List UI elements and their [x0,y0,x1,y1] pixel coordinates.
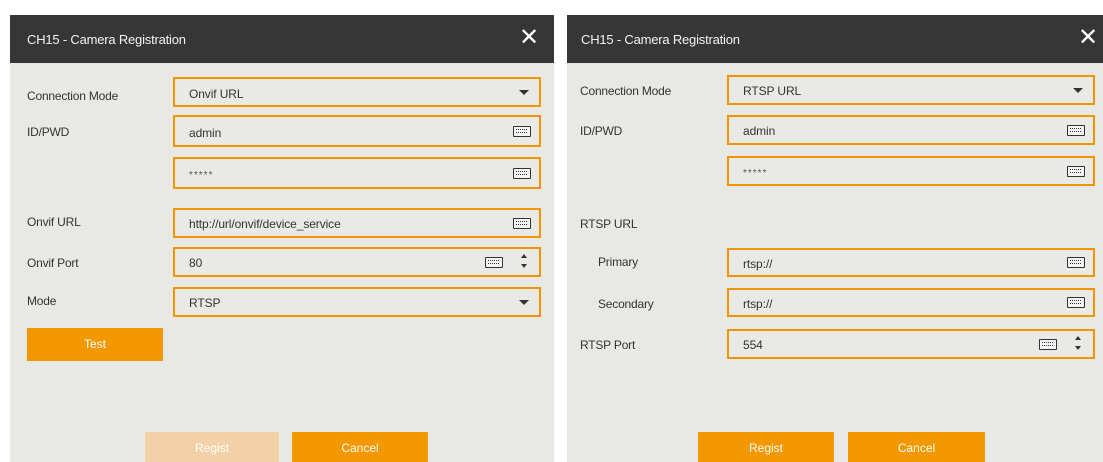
camera-registration-dialog-onvif: CH15 - Camera Registration ✕ Connection … [10,15,554,462]
mode-label: Mode [27,294,57,308]
camera-registration-dialog-rtsp: CH15 - Camera Registration ✕ Connection … [567,15,1103,462]
keyboard-icon[interactable] [513,218,531,229]
mode-select[interactable]: RTSP [173,287,541,317]
keyboard-icon[interactable] [1067,125,1085,136]
chevron-down-icon [519,90,529,95]
rtsp-url-label: RTSP URL [580,217,638,231]
connection-mode-select[interactable]: RTSP URL [727,75,1095,105]
keyboard-icon[interactable] [1067,257,1085,268]
password-field[interactable]: ***** [727,156,1095,186]
close-icon[interactable]: ✕ [516,25,542,51]
cancel-button[interactable]: Cancel [848,432,985,462]
spinner-icon[interactable] [1074,333,1084,353]
keyboard-icon[interactable] [513,126,531,137]
chevron-down-icon [1073,88,1083,93]
primary-rtsp-input[interactable]: rtsp:// [727,248,1095,277]
id-field[interactable]: admin [173,115,541,147]
id-pwd-label: ID/PWD [27,125,70,139]
spinner-icon[interactable] [520,251,530,271]
close-icon[interactable]: ✕ [1075,25,1101,51]
keyboard-icon[interactable] [513,168,531,179]
id-value: admin [743,124,776,138]
mode-value: RTSP [189,296,221,310]
secondary-rtsp-value: rtsp:// [743,297,773,311]
onvif-port-stepper[interactable]: 80 [173,247,541,277]
primary-label: Primary [598,255,638,269]
rtsp-port-label: RTSP Port [580,338,636,352]
secondary-rtsp-input[interactable]: rtsp:// [727,288,1095,317]
connection-mode-label: Connection Mode [27,89,119,103]
dialog-titlebar: CH15 - Camera Registration ✕ [567,15,1103,63]
password-value: ***** [189,170,214,181]
password-field[interactable]: ***** [173,157,541,189]
keyboard-icon[interactable] [485,257,503,268]
onvif-url-label: Onvif URL [27,215,81,229]
rtsp-port-stepper[interactable]: 554 [727,329,1095,359]
keyboard-icon[interactable] [1039,339,1057,350]
password-value: ***** [743,168,768,179]
cancel-button[interactable]: Cancel [292,432,428,462]
connection-mode-value: Onvif URL [189,87,244,101]
keyboard-icon[interactable] [1067,297,1085,308]
onvif-url-value: http://url/onvif/device_service [189,217,341,231]
id-pwd-label: ID/PWD [580,124,623,138]
test-button[interactable]: Test [27,328,163,361]
connection-mode-label: Connection Mode [580,84,672,98]
onvif-port-label: Onvif Port [27,256,79,270]
keyboard-icon[interactable] [1067,166,1085,177]
connection-mode-value: RTSP URL [743,84,802,98]
connection-mode-select[interactable]: Onvif URL [173,77,541,107]
rtsp-port-value: 554 [743,338,763,352]
primary-rtsp-value: rtsp:// [743,257,773,271]
dialog-title: CH15 - Camera Registration [581,32,740,47]
dialog-titlebar: CH15 - Camera Registration ✕ [10,15,554,63]
dialog-title: CH15 - Camera Registration [27,32,186,47]
secondary-label: Secondary [598,297,654,311]
regist-button[interactable]: Regist [698,432,834,462]
regist-button[interactable]: Regist [145,432,279,462]
onvif-port-value: 80 [189,256,203,270]
id-value: admin [189,126,222,140]
id-field[interactable]: admin [727,115,1095,145]
onvif-url-input[interactable]: http://url/onvif/device_service [173,208,541,238]
chevron-down-icon [519,300,529,305]
